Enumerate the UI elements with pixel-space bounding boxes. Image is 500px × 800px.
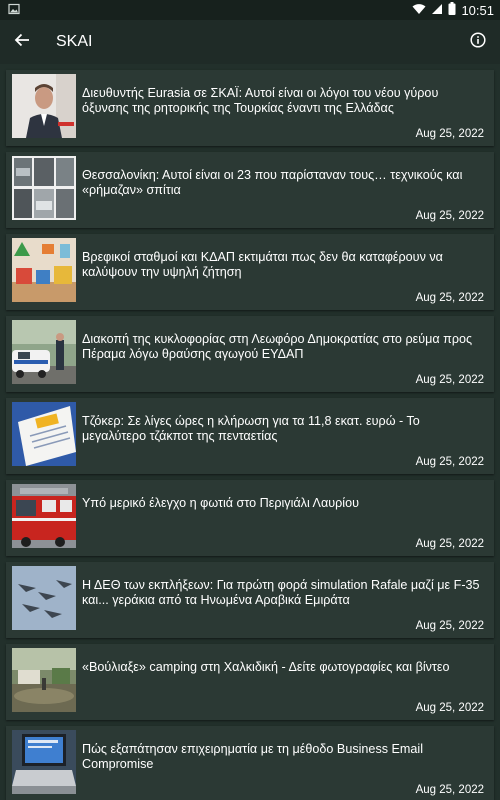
article-thumbnail [12,402,76,466]
article-thumbnail [12,156,76,220]
article-title: Υπό μερικό έλεγχο η φωτιά στο Περιγιάλι … [82,496,359,510]
article-title: Τζόκερ: Σε λίγες ώρες η κλήρωση για τα 1… [82,414,420,443]
article-card[interactable]: Πώς εξαπάτησαν επιχειρηματία με τη μέθοδ… [6,726,494,800]
article-title: Διευθυντής Eurasia σε ΣΚΑΪ: Αυτοί είναι … [82,86,439,115]
article-date: Aug 25, 2022 [415,620,484,632]
article-title: «Βούλιαξε» camping στη Χαλκιδική - Δείτε… [82,660,450,674]
battery-icon [448,2,456,18]
article-date: Aug 25, 2022 [415,374,484,386]
article-date: Aug 25, 2022 [415,784,484,796]
article-date: Aug 25, 2022 [415,702,484,714]
article-card[interactable]: Υπό μερικό έλεγχο η φωτιά στο Περιγιάλι … [6,480,494,556]
article-date: Aug 25, 2022 [415,538,484,550]
article-thumbnail [12,484,76,548]
status-left [8,3,20,18]
article-card[interactable]: Η ΔΕΘ των εκπλήξεων: Για πρώτη φορά simu… [6,562,494,638]
article-thumbnail [12,320,76,384]
article-date: Aug 25, 2022 [415,292,484,304]
article-thumbnail [12,566,76,630]
page-title: SKAI [56,33,93,50]
info-icon [470,31,486,53]
info-button[interactable] [456,20,500,64]
article-date: Aug 25, 2022 [415,456,484,468]
article-date: Aug 25, 2022 [415,128,484,140]
article-title: Πώς εξαπάτησαν επιχειρηματία με τη μέθοδ… [82,742,424,771]
clock: 10:51 [461,2,494,18]
article-thumbnail [12,238,76,302]
article-title: Θεσσαλονίκη: Αυτοί είναι οι 23 που παρίσ… [82,168,463,197]
article-card[interactable]: Διευθυντής Eurasia σε ΣΚΑΪ: Αυτοί είναι … [6,70,494,146]
article-date: Aug 25, 2022 [415,210,484,222]
back-button[interactable] [0,20,44,64]
wifi-icon [412,3,426,18]
image-notification-icon [8,3,20,18]
article-card[interactable]: Θεσσαλονίκη: Αυτοί είναι οι 23 που παρίσ… [6,152,494,228]
app-bar: SKAI [0,20,500,64]
article-card[interactable]: Διακοπή της κυκλοφορίας στη Λεωφόρο Δημο… [6,316,494,392]
article-title: Βρεφικοί σταθμοί και ΚΔΑΠ εκτιμάται πως … [82,250,443,279]
arrow-left-icon [14,32,30,53]
article-card[interactable]: «Βούλιαξε» camping στη Χαλκιδική - Δείτε… [6,644,494,720]
signal-icon [431,3,443,18]
article-list[interactable]: Διευθυντής Eurasia σε ΣΚΑΪ: Αυτοί είναι … [0,64,500,800]
article-title: Η ΔΕΘ των εκπλήξεων: Για πρώτη φορά simu… [82,578,480,607]
article-title: Διακοπή της κυκλοφορίας στη Λεωφόρο Δημο… [82,332,473,361]
article-card[interactable]: Βρεφικοί σταθμοί και ΚΔΑΠ εκτιμάται πως … [6,234,494,310]
article-thumbnail [12,74,76,138]
article-thumbnail [12,648,76,712]
status-right: 10:51 [412,2,494,18]
status-bar: 10:51 [0,0,500,20]
article-thumbnail [12,730,76,794]
article-card[interactable]: Τζόκερ: Σε λίγες ώρες η κλήρωση για τα 1… [6,398,494,474]
